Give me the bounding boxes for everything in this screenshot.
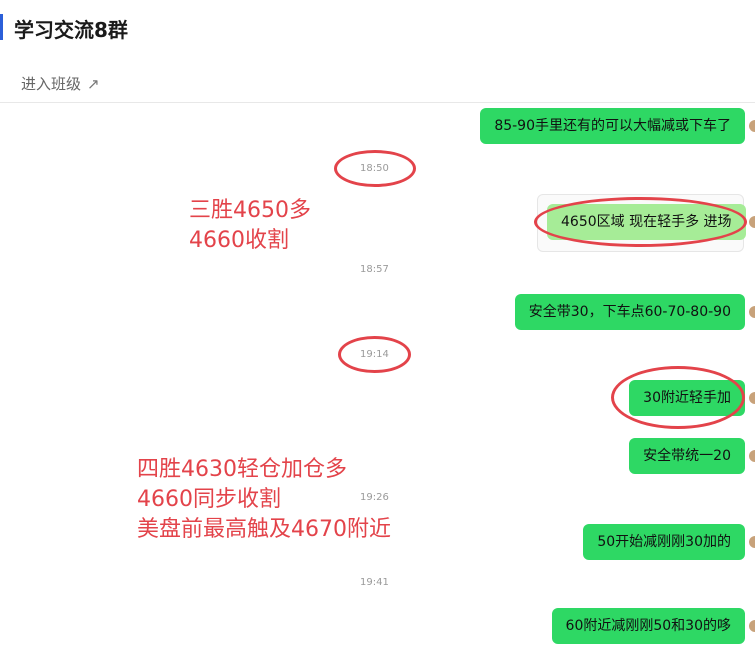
enter-class-link[interactable]: 进入班级 ↗ bbox=[21, 73, 100, 94]
annotation-text: 三胜4650多 4660收割 bbox=[189, 196, 311, 256]
annotation-line: 三胜4650多 bbox=[189, 198, 311, 223]
avatar[interactable] bbox=[749, 306, 755, 318]
message-text: 60附近减刚刚50和30的哆 bbox=[565, 618, 731, 634]
message-text: 安全带30，下车点60-70-80-90 bbox=[528, 304, 731, 320]
message-bubble[interactable]: 50开始减刚刚30加的 bbox=[583, 524, 745, 560]
annotation-line: 美盘前最高触及4670附近 bbox=[137, 517, 391, 542]
external-arrow-icon: ↗ bbox=[87, 75, 100, 93]
enter-class-label: 进入班级 bbox=[21, 75, 82, 93]
timestamp: 19:26 bbox=[360, 492, 389, 503]
timestamp: 19:41 bbox=[360, 577, 389, 588]
avatar[interactable] bbox=[749, 120, 755, 132]
message-text: 85-90手里还有的可以大幅减或下车了 bbox=[494, 118, 731, 134]
group-title: 学习交流8群 bbox=[14, 18, 128, 42]
message-text: 安全带统一20 bbox=[643, 448, 731, 464]
avatar[interactable] bbox=[749, 536, 755, 548]
avatar[interactable] bbox=[749, 450, 755, 462]
message-text: 50开始减刚刚30加的 bbox=[597, 534, 731, 550]
annotation-circle bbox=[611, 366, 745, 429]
avatar[interactable] bbox=[749, 392, 755, 404]
annotation-line: 四胜4630轻仓加仓多 bbox=[137, 457, 347, 482]
header-accent-bar bbox=[0, 14, 3, 40]
annotation-circle bbox=[334, 150, 416, 187]
message-bubble[interactable]: 安全带30，下车点60-70-80-90 bbox=[514, 294, 745, 330]
annotation-circle bbox=[534, 197, 747, 247]
avatar[interactable] bbox=[749, 216, 755, 228]
message-bubble[interactable]: 安全带统一20 bbox=[629, 438, 745, 474]
header-divider bbox=[0, 102, 755, 103]
message-bubble[interactable]: 85-90手里还有的可以大幅减或下车了 bbox=[480, 108, 745, 144]
annotation-line: 4660同步收割 bbox=[137, 487, 281, 512]
message-bubble[interactable]: 60附近减刚刚50和30的哆 bbox=[551, 608, 745, 644]
annotation-line: 4660收割 bbox=[189, 228, 289, 253]
avatar[interactable] bbox=[749, 620, 755, 632]
timestamp: 18:57 bbox=[360, 264, 389, 275]
annotation-text: 四胜4630轻仓加仓多 4660同步收割 美盘前最高触及4670附近 bbox=[137, 455, 391, 545]
annotation-circle bbox=[338, 336, 411, 373]
